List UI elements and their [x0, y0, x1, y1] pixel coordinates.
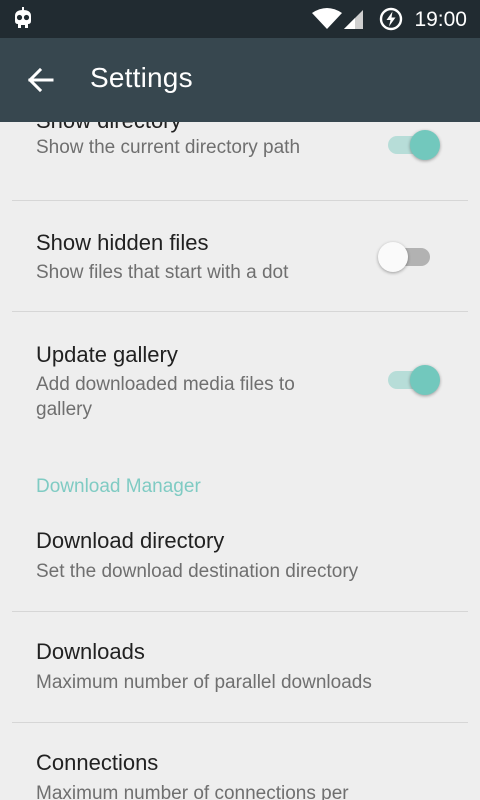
pref-title: Download directory	[36, 528, 225, 553]
pref-update-gallery[interactable]: Update gallery Add downloaded media file…	[0, 312, 480, 452]
category-download-manager: Download Manager	[36, 476, 201, 497]
status-bar: 19:00	[0, 0, 480, 38]
back-button[interactable]	[20, 60, 64, 100]
pref-summary: Maximum number of connections per	[36, 783, 349, 800]
pref-summary: Maximum number of parallel downloads	[36, 672, 372, 693]
status-time: 19:00	[414, 8, 467, 31]
pref-summary: Set the download destination directory	[36, 561, 359, 582]
pref-title: Downloads	[36, 639, 145, 664]
arrow-back-icon	[20, 67, 64, 104]
signal-icon	[342, 8, 364, 35]
pref-connections[interactable]: Connections Maximum number of connection…	[0, 723, 480, 800]
wifi-icon	[312, 8, 342, 35]
show-hidden-files-switch[interactable]	[378, 236, 438, 276]
show-directory-switch[interactable]	[386, 124, 442, 164]
pref-summary: Add downloaded media files to gallery	[36, 374, 295, 420]
pref-download-directory[interactable]: Download directory Set the download dest…	[0, 501, 480, 611]
pref-show-hidden-files[interactable]: Show hidden files Show files that start …	[0, 201, 480, 311]
pref-downloads[interactable]: Downloads Maximum number of parallel dow…	[0, 612, 480, 722]
pref-summary: Show the current directory path	[36, 137, 301, 158]
settings-list[interactable]: Show directory Show the current director…	[0, 122, 480, 800]
pref-title: Connections	[36, 750, 159, 775]
page-title: Settings	[90, 62, 193, 93]
update-gallery-switch[interactable]	[386, 359, 442, 399]
pref-title: Update gallery	[36, 342, 178, 367]
pref-title: Show directory	[36, 122, 182, 134]
battery-charging-icon	[379, 7, 403, 36]
android-debug-icon	[10, 7, 36, 31]
pref-show-directory[interactable]: Show directory Show the current director…	[0, 122, 480, 200]
pref-title: Show hidden files	[36, 230, 209, 255]
pref-summary: Show files that start with a dot	[36, 262, 289, 283]
app-bar: Settings	[0, 38, 480, 122]
